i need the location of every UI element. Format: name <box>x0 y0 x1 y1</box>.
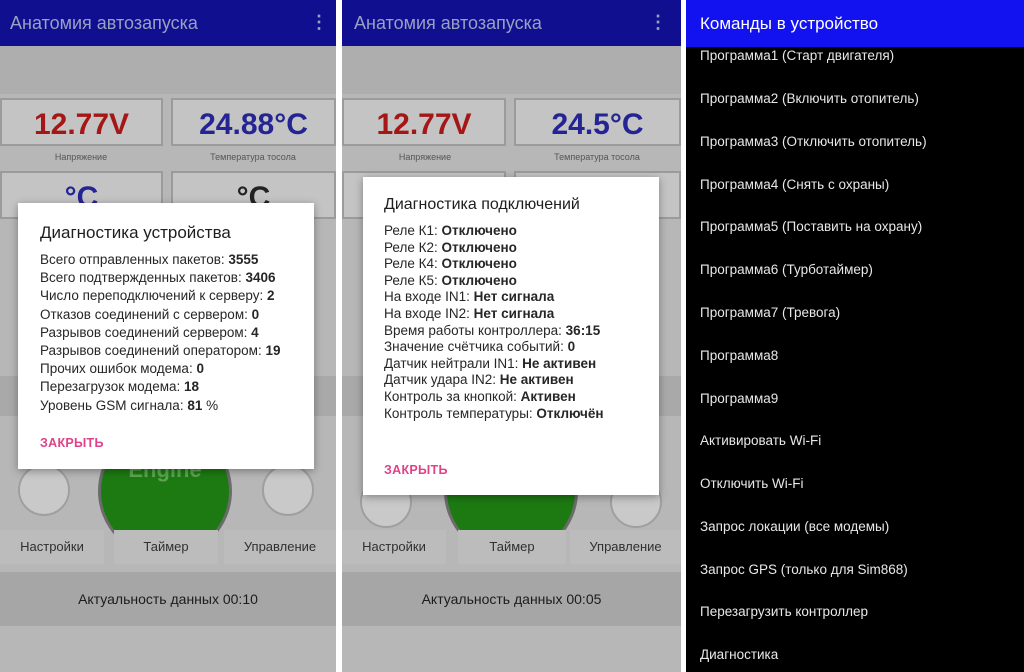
temperature-label: Температура тосола <box>210 152 296 162</box>
app-bar: Анатомия автозапуска ⋮ <box>0 0 336 46</box>
diagnostics-list: Всего отправленных пакетов: 3555 Всего п… <box>40 251 280 415</box>
diag-line: Перезагрузок модема: 18 <box>40 379 200 395</box>
voltage-label: Напряжение <box>398 152 452 162</box>
diag-line: Реле К4: Отключено <box>384 256 517 272</box>
command-item[interactable]: Отключить Wi-Fi <box>700 476 803 491</box>
screen-device-commands: Команды в устройство Программа1 (Старт д… <box>686 0 1024 672</box>
diag-line: Разрывов соединений сервером: 4 <box>40 324 259 340</box>
app-title: Анатомия автозапуска <box>10 13 198 33</box>
voltage-value: 12.77V <box>376 108 472 141</box>
settings-button[interactable]: Настройки <box>342 530 446 564</box>
diagnostics-list: Реле К1: Отключено Реле К2: Отключено Ре… <box>384 223 604 422</box>
diag-line: Время работы контроллера: 36:15 <box>384 322 601 338</box>
app-title: Анатомия автозапуска <box>354 13 542 33</box>
diag-line: Всего подтвержденных пакетов: 3406 <box>40 270 276 286</box>
diag-line: Отказов соединений с сервером: 0 <box>40 306 260 322</box>
top-strip <box>0 46 336 94</box>
close-button[interactable]: ЗАКРЫТЬ <box>384 463 448 477</box>
top-strip <box>342 46 681 94</box>
timer-button[interactable]: Таймер <box>458 530 566 564</box>
diag-line: Контроль температуры: Отключён <box>384 405 604 421</box>
app-bar: Анатомия автозапуска ⋮ <box>342 0 681 46</box>
device-diagnostics-dialog: Диагностика устройства Всего отправленны… <box>18 203 314 469</box>
command-item[interactable]: Активировать Wi-Fi <box>700 433 821 448</box>
lock-button[interactable] <box>262 464 314 516</box>
overflow-menu-icon[interactable]: ⋮ <box>310 13 328 31</box>
command-item[interactable]: Запрос локации (все модемы) <box>700 519 889 534</box>
screen-device-diagnostics: Анатомия автозапуска ⋮ 12.77V 24.88°C На… <box>0 0 336 672</box>
diag-line: Всего отправленных пакетов: 3555 <box>40 252 259 267</box>
diag-line: Уровень GSM сигнала: 81 % <box>40 397 219 413</box>
voltage-value: 12.77V <box>33 108 130 141</box>
command-item[interactable]: Программа8 <box>700 348 778 363</box>
command-item[interactable]: Программа9 <box>700 391 778 406</box>
temperature-tile: 24.5°C <box>514 98 681 146</box>
diag-line: Реле К2: Отключено <box>384 239 517 255</box>
settings-button[interactable]: Настройки <box>0 530 104 564</box>
command-item[interactable]: Перезагрузить контроллер <box>700 604 868 619</box>
command-item[interactable]: Программа6 (Турботаймер) <box>700 262 873 277</box>
temperature-value: 24.5°C <box>551 108 644 141</box>
diag-line: Число переподключений к серверу: 2 <box>40 288 275 304</box>
dialog-title: Диагностика устройства <box>40 223 231 242</box>
temperature-value: 24.88°C <box>199 108 308 141</box>
command-item[interactable]: Диагностика <box>700 647 778 662</box>
screen-connection-diagnostics: Анатомия автозапуска ⋮ 12.77V 24.5°C Нап… <box>342 0 681 672</box>
commands-title: Команды в устройство <box>700 14 879 33</box>
commands-header: Команды в устройство <box>686 0 1024 47</box>
data-freshness-status: Актуальность данных 00:10 <box>0 572 336 626</box>
diag-line: Реле К5: Отключено <box>384 272 517 288</box>
overflow-menu-icon[interactable]: ⋮ <box>649 13 667 31</box>
voltage-tile: 12.77V <box>0 98 163 146</box>
diag-line: Разрывов соединений оператором: 19 <box>40 343 281 359</box>
command-item[interactable]: Программа3 (Отключить отопитель) <box>700 134 927 149</box>
diag-line: Контроль за кнопкой: Активен <box>384 388 576 404</box>
diag-line: На входе IN2: Нет сигнала <box>384 305 555 321</box>
heater-button[interactable] <box>18 464 70 516</box>
command-item[interactable]: Запрос GPS (только для Sim868) <box>700 562 908 577</box>
command-item[interactable]: Программа7 (Тревога) <box>700 305 840 320</box>
temperature-tile: 24.88°C <box>171 98 336 146</box>
diag-line: Датчик удара IN2: Не активен <box>384 372 574 388</box>
connection-diagnostics-dialog: Диагностика подключений Реле К1: Отключе… <box>363 177 659 495</box>
data-freshness-status: Актуальность данных 00:05 <box>342 572 681 626</box>
close-button[interactable]: ЗАКРЫТЬ <box>40 436 104 450</box>
diag-line: Датчик нейтрали IN1: Не активен <box>384 355 597 371</box>
timer-button[interactable]: Таймер <box>114 530 218 564</box>
command-item[interactable]: Программа5 (Поставить на охрану) <box>700 219 922 234</box>
control-button[interactable]: Управление <box>224 530 336 564</box>
dialog-title: Диагностика подключений <box>384 196 580 213</box>
voltage-label: Напряжение <box>54 152 108 162</box>
diag-line: На входе IN1: Нет сигнала <box>384 289 555 305</box>
command-item[interactable]: Программа2 (Включить отопитель) <box>700 91 919 106</box>
voltage-tile: 12.77V <box>342 98 506 146</box>
control-button[interactable]: Управление <box>570 530 681 564</box>
command-item[interactable]: Программа4 (Снять с охраны) <box>700 177 889 192</box>
diag-line: Прочих ошибок модема: 0 <box>40 361 204 377</box>
temperature-label: Температура тосола <box>554 152 640 162</box>
diag-line: Значение счётчика событий: 0 <box>384 339 576 355</box>
diag-line: Реле К1: Отключено <box>384 223 517 238</box>
command-item[interactable]: Программа1 (Старт двигателя) <box>700 48 894 63</box>
